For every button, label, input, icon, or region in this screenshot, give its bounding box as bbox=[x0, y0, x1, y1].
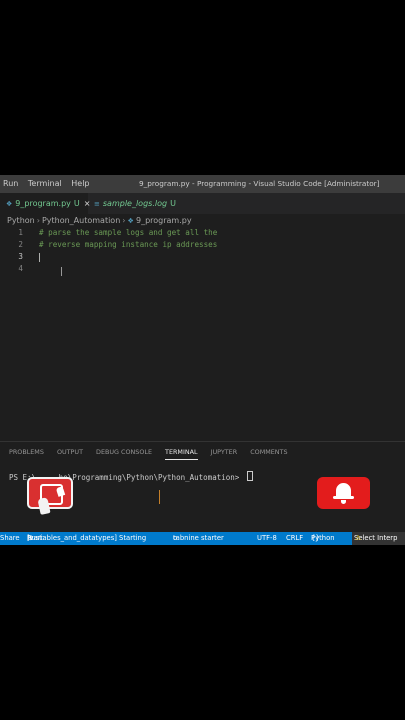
bell-clapper bbox=[341, 500, 346, 504]
code-line: 3 bbox=[0, 251, 405, 263]
text-cursor bbox=[159, 490, 160, 504]
breadcrumb-item[interactable]: 9_program.py bbox=[136, 216, 192, 225]
terminal-cursor bbox=[246, 471, 253, 481]
language-label: Python bbox=[311, 534, 335, 542]
code-text: # reverse mapping instance ip addresses bbox=[39, 240, 218, 249]
menu-bar: Run Terminal Help bbox=[3, 175, 97, 193]
tab-sample-logs[interactable]: ≡ sample_logs.log U bbox=[88, 193, 181, 214]
panel-tabs: PROBLEMS OUTPUT DEBUG CONSOLE TERMINAL J… bbox=[9, 448, 299, 460]
text-caret bbox=[39, 253, 40, 262]
code-line: 2 # reverse mapping instance ip addresse… bbox=[0, 239, 405, 251]
python-file-icon: ❖ bbox=[127, 217, 136, 225]
menu-help[interactable]: Help bbox=[71, 179, 89, 188]
rust-status-text: [variables_and_datatypes] Starting bbox=[27, 534, 147, 542]
line-number: 4 bbox=[18, 264, 23, 273]
menu-terminal[interactable]: Terminal bbox=[28, 179, 62, 188]
tab-9-program[interactable]: ❖ 9_program.py U × bbox=[0, 193, 90, 214]
bell-rim bbox=[333, 496, 354, 499]
share-button[interactable]: Share bbox=[0, 532, 20, 545]
tab-output[interactable]: OUTPUT bbox=[57, 448, 83, 456]
title-bar: Run Terminal Help 9_program.py - Program… bbox=[0, 175, 405, 193]
warning-icon: ⚠ bbox=[355, 534, 362, 542]
untracked-badge: U bbox=[73, 199, 80, 208]
line-number: 3 bbox=[18, 252, 23, 261]
tab-problems[interactable]: PROBLEMS bbox=[9, 448, 44, 456]
chevron-right-icon: › bbox=[36, 216, 40, 225]
tab-debug-console[interactable]: DEBUG CONSOLE bbox=[96, 448, 152, 456]
tab-terminal[interactable]: TERMINAL bbox=[165, 448, 198, 460]
tab-label: sample_logs.log bbox=[102, 199, 168, 208]
editor-tab-bar: ❖ 9_program.py U × ≡ sample_logs.log U bbox=[0, 193, 405, 214]
like-sticker bbox=[27, 477, 73, 509]
menu-run[interactable]: Run bbox=[3, 179, 18, 188]
window-title: 9_program.py - Programming - Visual Stud… bbox=[139, 179, 380, 188]
mouse-ibeam-cursor bbox=[61, 267, 62, 276]
line-ending[interactable]: CRLF bbox=[286, 532, 303, 545]
tab-comments[interactable]: COMMENTS bbox=[250, 448, 287, 456]
python-file-icon: ❖ bbox=[6, 200, 13, 208]
untracked-badge: U bbox=[170, 199, 176, 208]
tabnine-label: tabnine starter bbox=[173, 534, 224, 542]
log-file-icon: ≡ bbox=[94, 200, 100, 208]
breadcrumb: Python › Python_Automation › ❖ 9_program.py bbox=[7, 216, 192, 225]
status-bar: Share Rust: ⚙ [variables_and_datatypes] … bbox=[0, 532, 405, 545]
code-line: 1 # parse the sample logs and get all th… bbox=[0, 227, 405, 239]
chevron-right-icon: › bbox=[122, 216, 126, 225]
line-number: 2 bbox=[18, 240, 23, 249]
bell-sticker bbox=[317, 477, 370, 509]
thumb-shape bbox=[55, 486, 66, 497]
select-interpreter[interactable]: ⚠ Select Interp bbox=[352, 532, 405, 545]
breadcrumb-item[interactable]: Python_Automation bbox=[42, 216, 120, 225]
code-text: # parse the sample logs and get all the bbox=[39, 228, 218, 237]
line-number: 1 bbox=[18, 228, 23, 237]
encoding[interactable]: UTF-8 bbox=[257, 532, 277, 545]
tab-jupyter[interactable]: JUPYTER bbox=[211, 448, 238, 456]
tab-label: 9_program.py bbox=[15, 199, 71, 208]
breadcrumb-item[interactable]: Python bbox=[7, 216, 35, 225]
